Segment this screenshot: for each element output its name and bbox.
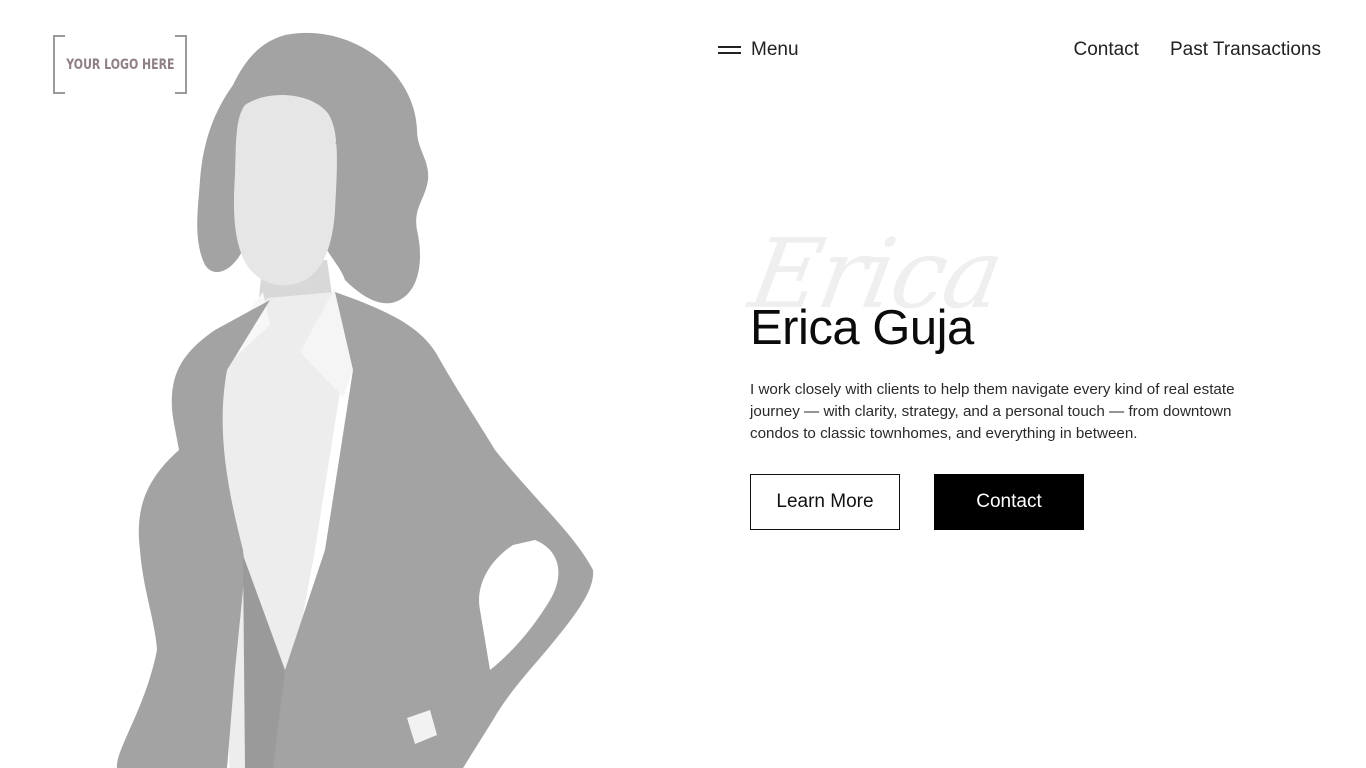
menu-button[interactable]: Menu [718,38,799,62]
hero-description: I work closely with clients to help them… [750,381,1235,442]
menu-label: Menu [751,39,799,60]
logo-bracket-left [53,35,65,94]
nav-link-contact[interactable]: Contact [1073,39,1138,61]
hamburger-icon [718,45,741,55]
hero-title: Erica Guja [750,301,974,355]
contact-button[interactable]: Contact [934,474,1084,530]
agent-silhouette-illustration [116,32,594,768]
landing-page: YOUR LOGO HERE Menu Contact Past Transac… [0,0,1366,768]
learn-more-button[interactable]: Learn More [750,474,900,530]
nav-link-past-transactions[interactable]: Past Transactions [1170,39,1321,61]
top-nav: Contact Past Transactions [1073,38,1321,62]
